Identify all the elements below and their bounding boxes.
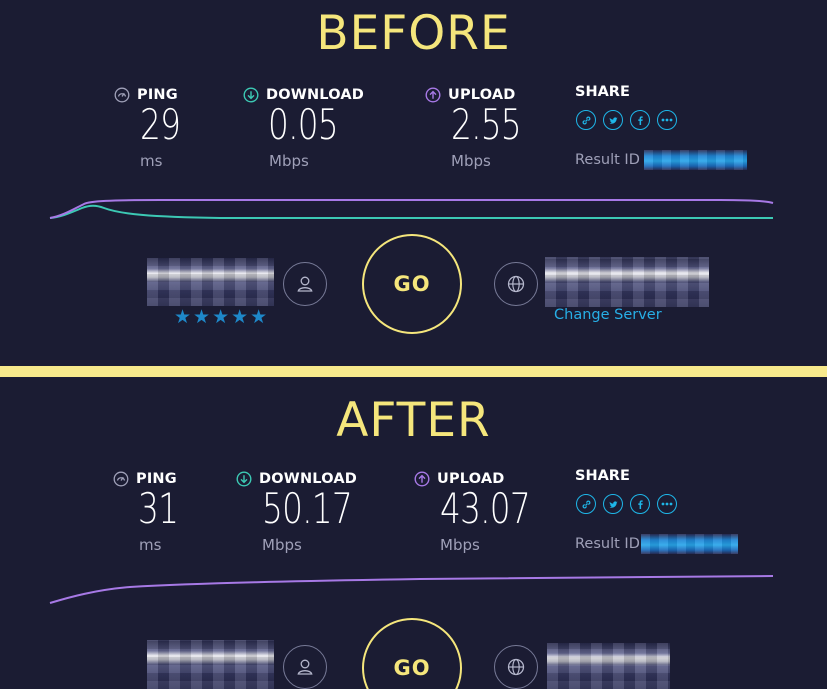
- upload-value: 43.07: [440, 484, 531, 533]
- speed-graph: [49, 575, 774, 604]
- user-button[interactable]: [283, 645, 327, 689]
- globe-icon: [507, 275, 525, 293]
- ping-value: 29: [140, 100, 181, 149]
- ping-gauge-icon: [114, 87, 130, 103]
- result-id-label: Result ID: [575, 536, 640, 552]
- download-value: 0.05: [268, 100, 339, 149]
- server-button[interactable]: [494, 262, 538, 306]
- ping-value: 31: [138, 484, 179, 533]
- after-heading: AFTER: [336, 393, 491, 448]
- before-panel: BEFORE PING 29 ms DOWNLOAD 0.05 Mbps UPL…: [0, 0, 827, 366]
- go-button[interactable]: GO: [362, 234, 462, 334]
- share-label: SHARE: [575, 84, 630, 100]
- facebook-icon[interactable]: [630, 110, 650, 130]
- go-button[interactable]: GO: [362, 618, 462, 689]
- download-arrow-icon: [236, 471, 252, 487]
- result-id-redacted[interactable]: [641, 534, 738, 554]
- result-id-label: Result ID: [575, 152, 640, 168]
- ping-unit: ms: [139, 536, 162, 554]
- more-icon[interactable]: [657, 110, 677, 130]
- share-label: SHARE: [575, 468, 630, 484]
- rating-stars[interactable]: ★★★★★: [174, 306, 269, 328]
- twitter-icon[interactable]: [603, 494, 623, 514]
- server-button[interactable]: [494, 645, 538, 689]
- twitter-icon[interactable]: [603, 110, 623, 130]
- download-graph-line: [49, 204, 773, 219]
- download-arrow-icon: [243, 87, 259, 103]
- user-button[interactable]: [283, 262, 327, 306]
- change-server-link[interactable]: Change Server: [554, 307, 662, 323]
- upload-arrow-icon: [425, 87, 441, 103]
- globe-icon: [507, 658, 525, 676]
- upload-graph-line: [49, 575, 774, 604]
- share-icons: [576, 110, 677, 130]
- isp-name-redacted: [147, 258, 274, 306]
- more-icon[interactable]: [657, 494, 677, 514]
- before-heading: BEFORE: [316, 6, 511, 61]
- user-icon: [297, 276, 313, 292]
- isp-name-redacted: [147, 640, 274, 689]
- server-name-redacted: [545, 257, 709, 307]
- share-icons: [576, 494, 677, 514]
- result-id-redacted[interactable]: [644, 150, 747, 170]
- user-icon: [297, 659, 313, 675]
- upload-value: 2.55: [451, 100, 522, 149]
- link-icon[interactable]: [576, 494, 596, 514]
- after-panel: AFTER PING 31 ms DOWNLOAD 50.17 Mbps UPL…: [0, 377, 827, 689]
- upload-arrow-icon: [414, 471, 430, 487]
- upload-unit: Mbps: [440, 536, 480, 554]
- download-value: 50.17: [262, 484, 353, 533]
- server-name-redacted: [547, 643, 670, 689]
- speed-graph: [49, 199, 774, 219]
- ping-gauge-icon: [113, 471, 129, 487]
- section-divider: [0, 366, 827, 377]
- ping-unit: ms: [140, 152, 163, 170]
- download-unit: Mbps: [269, 152, 309, 170]
- facebook-icon[interactable]: [630, 494, 650, 514]
- link-icon[interactable]: [576, 110, 596, 130]
- upload-unit: Mbps: [451, 152, 491, 170]
- download-unit: Mbps: [262, 536, 302, 554]
